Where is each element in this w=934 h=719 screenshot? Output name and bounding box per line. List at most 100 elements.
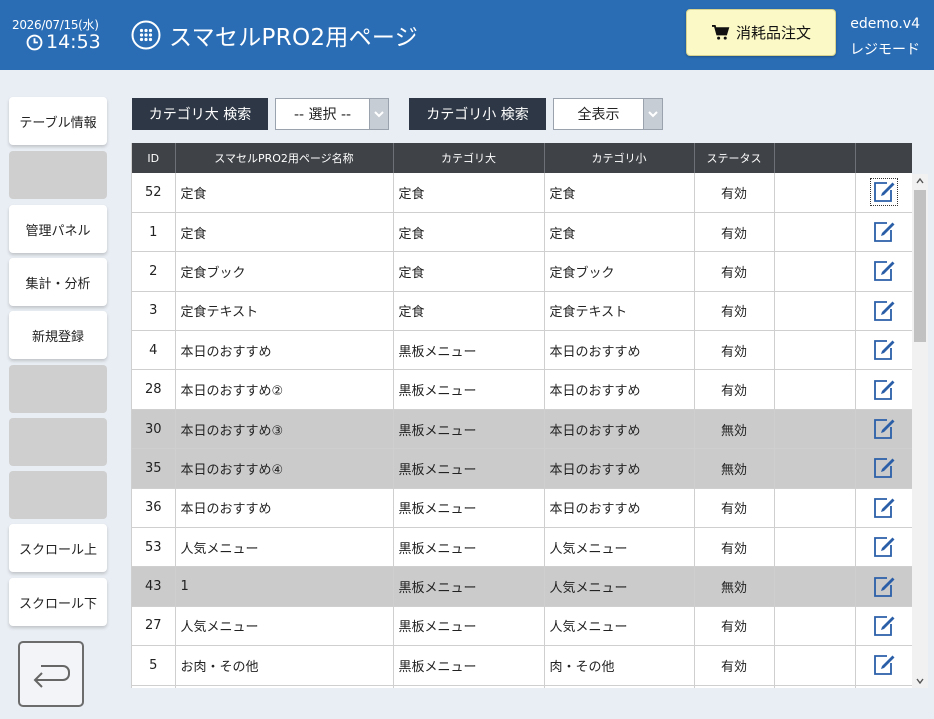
scrollbar-thumb[interactable] — [914, 190, 926, 342]
category-large-select[interactable]: -- 選択 -- — [275, 98, 389, 130]
scroll-down-button[interactable]: スクロール下 — [9, 578, 107, 626]
cell-id: 5 — [132, 645, 176, 686]
cell-category-large: 黒板メニュー — [393, 369, 545, 410]
table-row: 2 定食ブック 定食 定食ブック 有効 — [132, 251, 912, 292]
table-row: 5 お肉・その他 黒板メニュー 肉・その他 有効 — [132, 645, 912, 686]
cell-category-large: 黒板メニュー — [393, 527, 545, 568]
edit-icon[interactable] — [871, 652, 897, 678]
cell-category-large: 定食 — [393, 173, 545, 213]
cell-id: 36 — [132, 488, 176, 529]
cell-id: 3 — [132, 291, 176, 332]
edit-icon[interactable] — [871, 337, 897, 363]
cell-status: 有効 — [694, 488, 775, 529]
analytics-button[interactable]: 集計・分析 — [9, 258, 107, 306]
cell-name: 定食 — [175, 212, 394, 253]
scrollbar-down-arrow[interactable] — [912, 674, 928, 688]
cell-blank — [774, 488, 856, 529]
cell-category-small: 本日のおすすめ — [544, 409, 695, 450]
cell-name: 定食 — [175, 173, 394, 213]
cell-id: 30 — [132, 409, 176, 450]
cell-id: 28 — [132, 369, 176, 410]
order-supplies-button[interactable]: 消耗品注文 — [686, 9, 836, 56]
edit-icon[interactable] — [870, 178, 898, 207]
admin-panel-button[interactable]: 管理パネル — [9, 205, 107, 253]
column-header-status: ステータス — [694, 143, 775, 173]
cell-name: 人気メニュー — [175, 606, 394, 647]
edit-icon[interactable] — [871, 455, 897, 481]
table-row: 35 本日のおすすめ④ 黒板メニュー 本日のおすすめ 無効 — [132, 448, 912, 489]
table-row: 30 本日のおすすめ③ 黒板メニュー 本日のおすすめ 無効 — [132, 409, 912, 450]
cell-status: 無効 — [694, 448, 775, 489]
column-header-name: スマセルPRO2用ページ名称 — [175, 143, 394, 173]
table-row: 36 本日のおすすめ 黒板メニュー 本日のおすすめ 有効 — [132, 488, 912, 529]
category-large-search-label: カテゴリ大 検索 — [132, 98, 268, 130]
cell-blank — [774, 173, 856, 213]
cell-blank — [774, 685, 856, 688]
column-header-category-small: カテゴリ小 — [544, 143, 695, 173]
cell-blank — [774, 448, 856, 489]
cell-edit — [855, 291, 912, 332]
edit-icon[interactable] — [871, 377, 897, 403]
cell-blank — [774, 212, 856, 253]
cell-edit — [855, 606, 912, 647]
edit-icon[interactable] — [871, 574, 897, 600]
cell-category-large: 黒板メニュー — [393, 409, 545, 450]
back-button[interactable] — [18, 641, 84, 707]
table-row: 28 本日のおすすめ② 黒板メニュー 本日のおすすめ 有効 — [132, 369, 912, 410]
cell-category-small: 定食 — [544, 173, 695, 213]
edit-icon[interactable] — [871, 534, 897, 560]
edit-icon[interactable] — [871, 219, 897, 245]
cell-id: 53 — [132, 527, 176, 568]
column-header-id: ID — [132, 143, 176, 173]
category-small-select[interactable]: 全表示 — [553, 98, 663, 130]
cell-category-large: 定食 — [393, 291, 545, 332]
cell-blank — [774, 409, 856, 450]
cell-edit — [855, 685, 912, 688]
edit-icon[interactable] — [871, 416, 897, 442]
edit-icon[interactable] — [871, 613, 897, 639]
cell-category-large: 定食 — [393, 212, 545, 253]
cell-category-small: 本日のおすすめ — [544, 488, 695, 529]
cart-icon — [711, 24, 730, 40]
cell-edit — [855, 488, 912, 529]
cell-id: 4 — [132, 330, 176, 371]
cell-name: 定食ブック — [175, 251, 394, 292]
cell-name — [175, 685, 394, 688]
table-scrollbar[interactable] — [912, 174, 928, 688]
table-header-row: ID スマセルPRO2用ページ名称 カテゴリ大 カテゴリ小 ステータス — [132, 143, 912, 173]
cell-edit — [855, 409, 912, 450]
new-register-button[interactable]: 新規登録 — [9, 311, 107, 359]
cell-status — [694, 685, 775, 688]
cell-category-large: 黒板メニュー — [393, 448, 545, 489]
scroll-up-button[interactable]: スクロール上 — [9, 524, 107, 572]
cell-blank — [774, 606, 856, 647]
cell-category-small: 人気メニュー — [544, 527, 695, 568]
cell-category-large: 黒板メニュー — [393, 645, 545, 686]
cell-status: 有効 — [694, 369, 775, 410]
cell-edit — [855, 448, 912, 489]
cell-status: 有効 — [694, 212, 775, 253]
table-row: 43 1 黒板メニュー 人気メニュー 無効 — [132, 566, 912, 607]
chevron-down-icon — [643, 99, 662, 129]
table-info-button[interactable]: テーブル情報 — [9, 97, 107, 145]
cell-name: 本日のおすすめ③ — [175, 409, 394, 450]
category-small-select-value: 全表示 — [577, 107, 620, 123]
cell-blank — [774, 527, 856, 568]
empty-sidebar-slot — [9, 151, 107, 199]
table-row: 1 定食 定食 定食 有効 — [132, 212, 912, 253]
cell-name: 本日のおすすめ④ — [175, 448, 394, 489]
cell-blank — [774, 330, 856, 371]
cell-id: 27 — [132, 606, 176, 647]
cell-id: 43 — [132, 566, 176, 607]
cell-category-small: 定食テキスト — [544, 291, 695, 332]
edit-icon[interactable] — [871, 298, 897, 324]
edit-icon[interactable] — [871, 495, 897, 521]
return-arrow-icon — [33, 665, 70, 688]
cell-blank — [774, 369, 856, 410]
cell-name: 人気メニュー — [175, 527, 394, 568]
page-title: スマセルPRO2用ページ — [169, 25, 419, 51]
cell-category-small: 人気メニュー — [544, 606, 695, 647]
edit-icon[interactable] — [871, 258, 897, 284]
app-header: 2026/07/15(水) 14:53 スマセルPRO2用ページ 消耗品注文 e… — [0, 0, 934, 70]
scrollbar-up-arrow[interactable] — [912, 174, 928, 188]
